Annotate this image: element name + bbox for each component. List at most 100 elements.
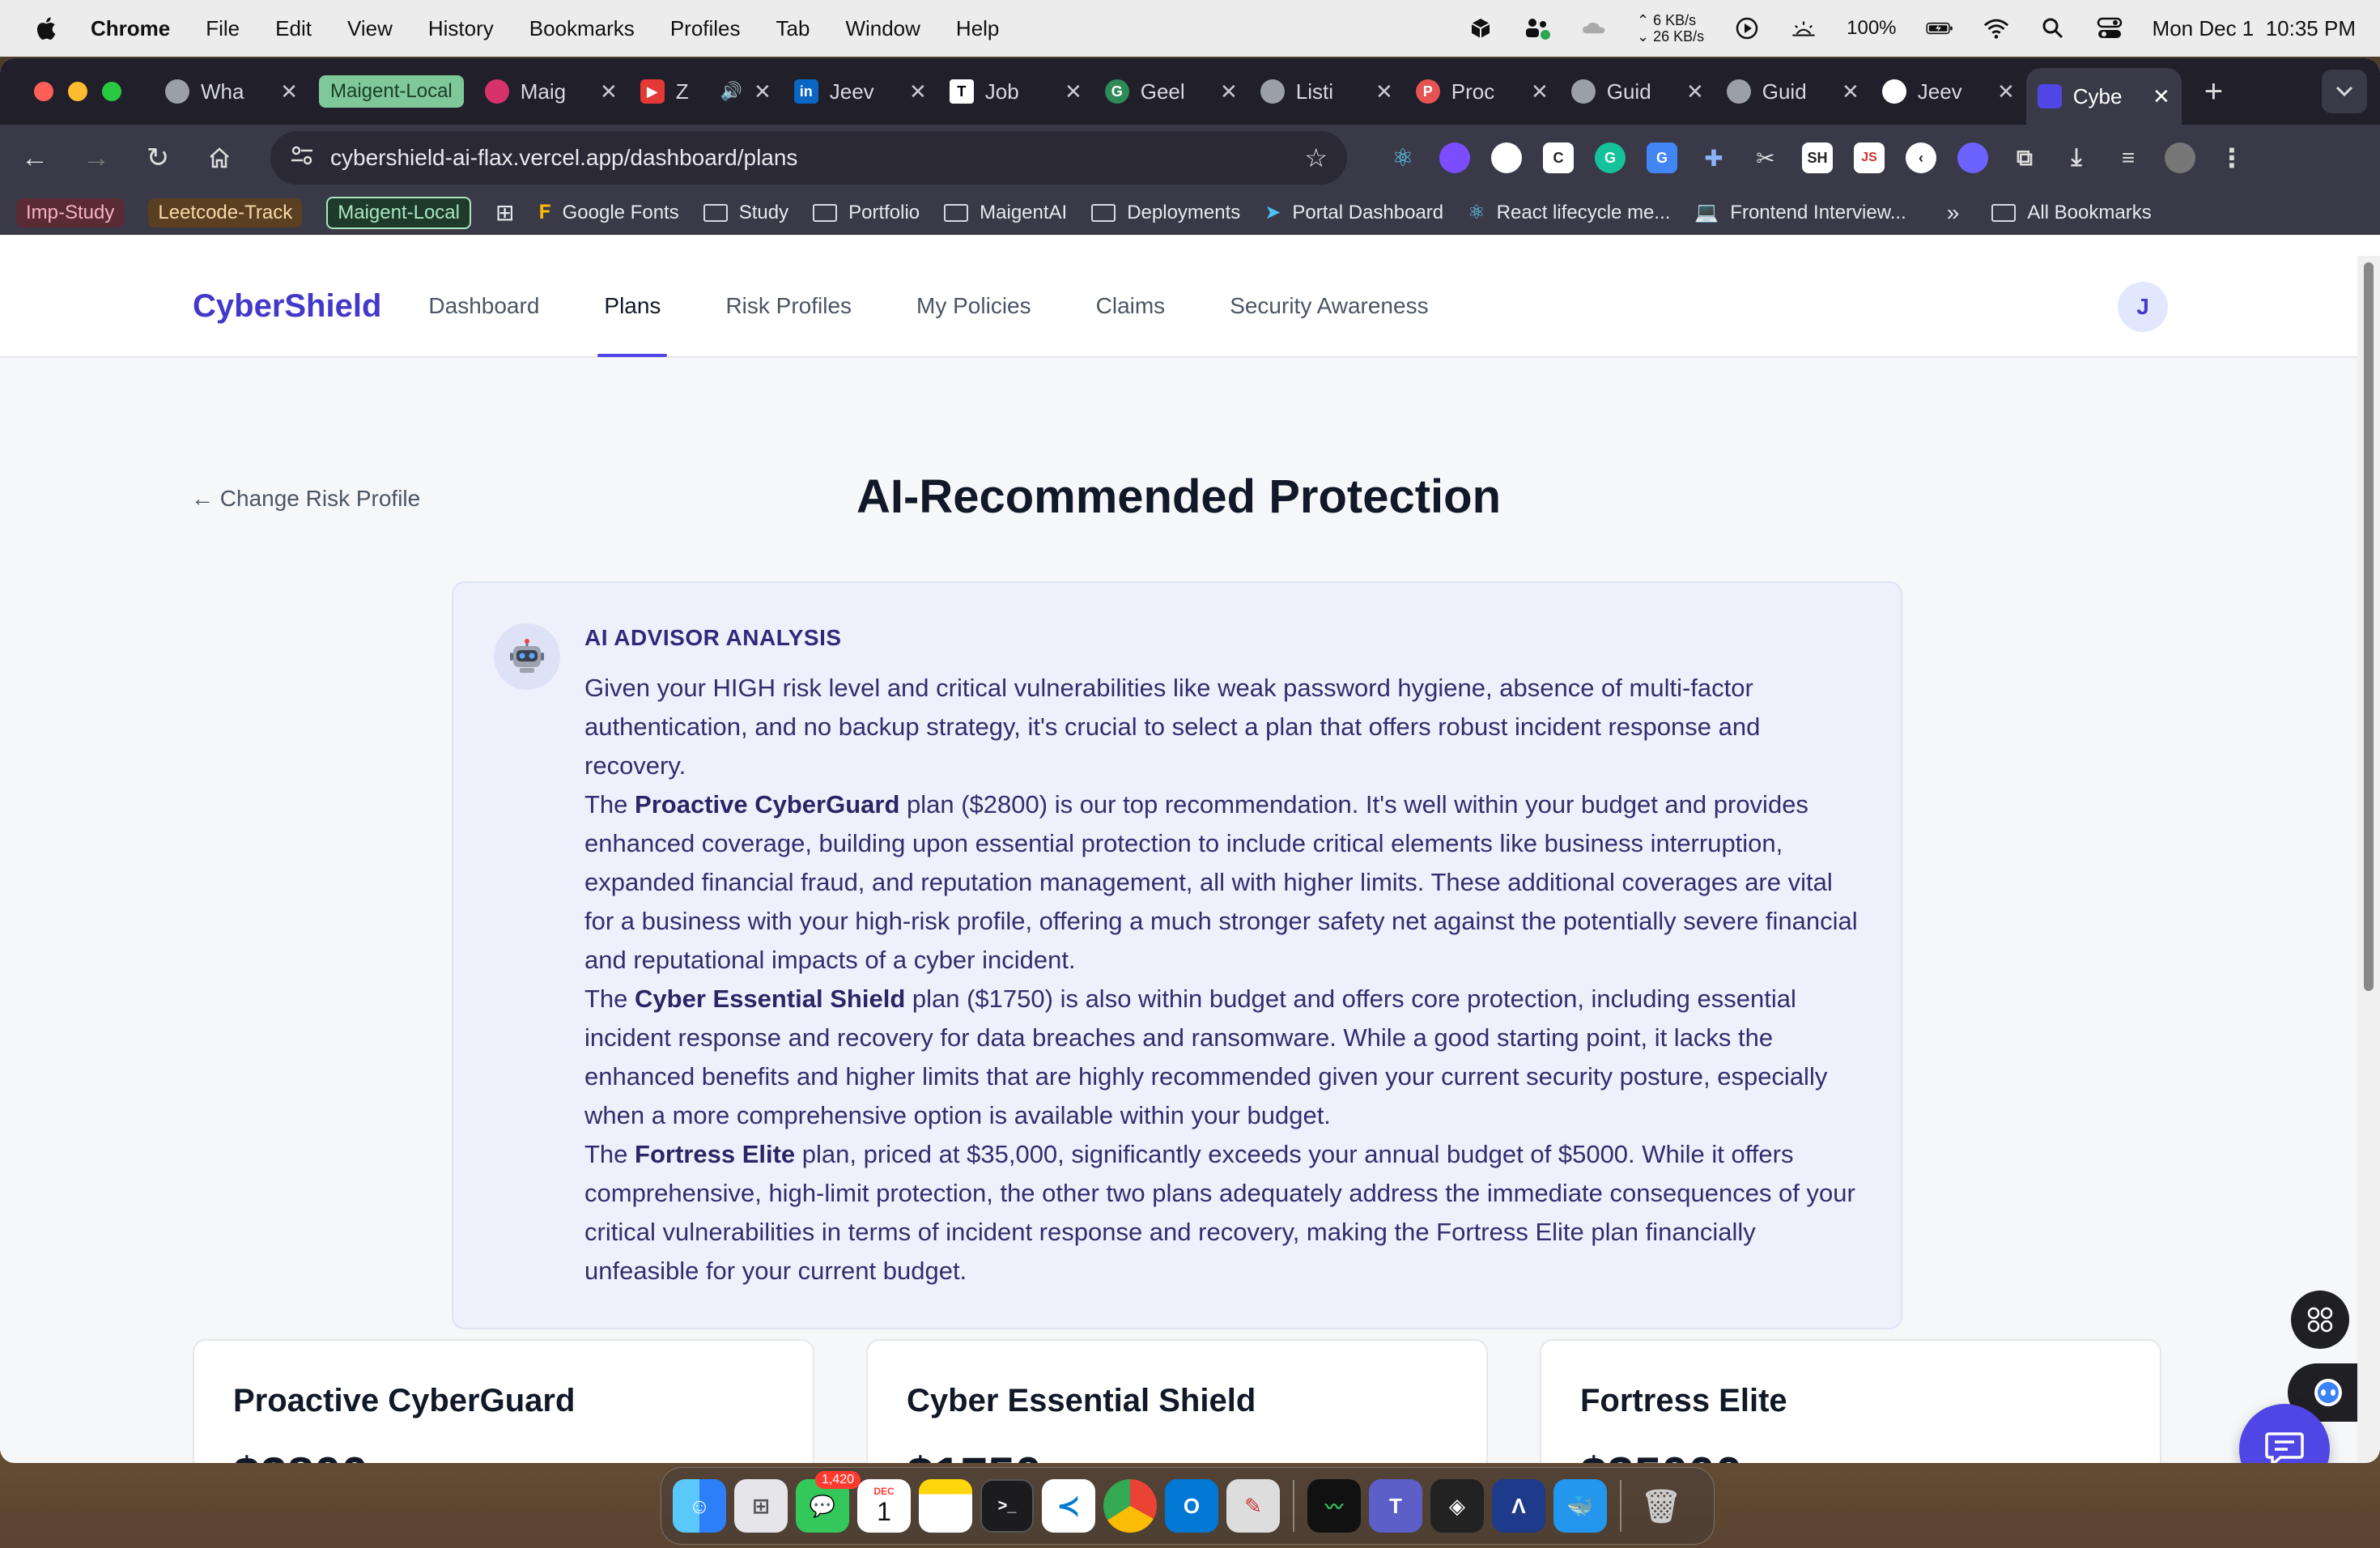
plan-card[interactable]: Cyber Essential Shield $1750 xyxy=(866,1339,1488,1463)
outlook-icon[interactable]: O xyxy=(1165,1479,1218,1533)
close-tab-icon[interactable]: ✕ xyxy=(1531,79,1549,104)
address-bar[interactable]: cybershield-ai-flax.vercel.app/dashboard… xyxy=(270,131,1347,185)
site-info-icon[interactable] xyxy=(290,145,314,172)
forward-arrow-icon[interactable]: → xyxy=(78,139,115,176)
bookmark-maigentai[interactable]: MaigentAI xyxy=(944,202,1067,224)
nav-plans[interactable]: Plans xyxy=(597,256,668,357)
teams-icon[interactable]: T xyxy=(1369,1479,1422,1533)
messages-icon[interactable]: 💬 1,420 xyxy=(796,1471,861,1533)
bookmark-star-icon[interactable]: ☆ xyxy=(1304,142,1328,173)
bookmark-group-maigent[interactable]: Maigent-Local xyxy=(326,196,471,229)
reload-icon[interactable]: ↻ xyxy=(139,139,176,176)
spotlight-search-icon[interactable] xyxy=(2039,16,2067,40)
speaker-icon[interactable]: 🔊 xyxy=(720,81,742,102)
bookmark-portfolio[interactable]: Portfolio xyxy=(813,202,920,224)
menu-help[interactable]: Help xyxy=(956,16,999,41)
nav-claims[interactable]: Claims xyxy=(1096,256,1166,357)
extension-sh-icon[interactable]: SH xyxy=(1802,142,1833,173)
close-tab-icon[interactable]: ✕ xyxy=(1997,79,2015,104)
apps-grid-icon[interactable]: ⊞ xyxy=(495,199,514,226)
zoom-window-button[interactable] xyxy=(102,82,121,101)
tab[interactable]: in Jeev ✕ xyxy=(783,67,938,116)
extension-purple-icon[interactable] xyxy=(1439,142,1470,173)
page-scrollbar[interactable] xyxy=(2357,256,2380,1463)
bookmark-deployments[interactable]: Deployments xyxy=(1091,202,1240,224)
notes-icon[interactable] xyxy=(919,1479,972,1533)
user-avatar[interactable]: J xyxy=(2118,282,2168,332)
bookmark-google-fonts[interactable]: 𝐅 Google Fonts xyxy=(538,202,678,224)
tab[interactable]: Jeev ✕ xyxy=(1871,67,2026,116)
nav-dashboard[interactable]: Dashboard xyxy=(428,256,539,357)
close-tab-icon[interactable]: ✕ xyxy=(1686,79,1704,104)
tab-search-button[interactable] xyxy=(2322,70,2367,113)
close-tab-icon[interactable]: ✕ xyxy=(1065,79,1082,104)
shortcuts-grid-button[interactable] xyxy=(2291,1291,2349,1349)
plan-card[interactable]: Fortress Elite $35000 xyxy=(1540,1339,2161,1463)
close-tab-icon[interactable]: ✕ xyxy=(1842,79,1859,104)
close-tab-icon[interactable]: ✕ xyxy=(2153,84,2170,109)
tab[interactable]: Guid ✕ xyxy=(1560,67,1715,116)
url-text[interactable]: cybershield-ai-flax.vercel.app/dashboard… xyxy=(330,145,1288,171)
extension-red-icon[interactable]: JS xyxy=(1854,142,1885,173)
grammarly-icon[interactable]: G xyxy=(1595,142,1626,173)
translate-icon[interactable]: G xyxy=(1647,142,1677,173)
menu-file[interactable]: File xyxy=(206,16,240,41)
people-status-icon[interactable] xyxy=(1524,16,1551,40)
battery-icon[interactable] xyxy=(1926,16,1953,40)
tab[interactable]: T Job ✕ xyxy=(938,67,1094,116)
menubar-clock[interactable]: Mon Dec 1 10:35 PM xyxy=(2153,16,2356,41)
activity-monitor-icon[interactable]: 〰 xyxy=(1307,1479,1361,1533)
close-tab-icon[interactable]: ✕ xyxy=(600,79,618,104)
media-controls-icon[interactable]: ≡ xyxy=(2113,142,2144,173)
extension-gear-icon[interactable]: ✚ xyxy=(1698,142,1729,173)
more-bookmarks-icon[interactable]: » xyxy=(1947,200,1960,226)
control-center-icon[interactable] xyxy=(2096,16,2123,40)
apple-icon[interactable] xyxy=(34,15,57,41)
all-bookmarks[interactable]: All Bookmarks xyxy=(1991,202,2152,224)
extensions-puzzle-icon[interactable]: ⧉ xyxy=(2009,142,2040,173)
scrollbar-thumb[interactable] xyxy=(2364,262,2374,991)
tab-active[interactable]: Cybe ✕ xyxy=(2025,68,2182,125)
chrome-icon[interactable] xyxy=(1103,1479,1157,1533)
brightness-icon[interactable] xyxy=(1790,16,1817,40)
menu-history[interactable]: History xyxy=(428,16,494,41)
tab[interactable]: Guid ✕ xyxy=(1715,67,1871,116)
box-icon[interactable] xyxy=(1467,16,1494,40)
downloads-icon[interactable]: ⤓ xyxy=(2061,142,2092,173)
tab-group-label[interactable]: Maigent-Local xyxy=(319,75,464,108)
extension-ch-icon[interactable]: C xyxy=(1543,142,1574,173)
bookmark-react-lifecycle[interactable]: ⚛ React lifecycle me... xyxy=(1468,201,1670,224)
nav-security-awareness[interactable]: Security Awareness xyxy=(1230,256,1428,357)
new-tab-button[interactable]: + xyxy=(2204,74,2223,110)
bookmark-frontend-interview[interactable]: 💻 Frontend Interview... xyxy=(1694,201,1906,224)
play-circle-icon[interactable] xyxy=(1733,16,1761,40)
close-tab-icon[interactable]: ✕ xyxy=(754,79,771,104)
calendar-icon[interactable]: DEC 1 xyxy=(857,1479,911,1533)
close-window-button[interactable] xyxy=(34,82,53,101)
extension-tool-icon[interactable]: ✂ xyxy=(1750,142,1781,173)
brand-logo[interactable]: CyberShield xyxy=(193,288,381,325)
finder-icon[interactable]: ☺ xyxy=(673,1479,726,1533)
bookmark-portal-dashboard[interactable]: ➤ Portal Dashboard xyxy=(1264,201,1443,224)
menu-view[interactable]: View xyxy=(347,16,393,41)
tab[interactable]: ▶ Z 🔊 ✕ xyxy=(629,67,783,116)
arc-icon[interactable]: Λ xyxy=(1492,1479,1545,1533)
trash-icon[interactable]: 🗑 xyxy=(1634,1479,1688,1533)
tab[interactable]: Maig ✕ xyxy=(474,67,629,116)
tab[interactable]: P Proc ✕ xyxy=(1405,67,1560,116)
vscode-icon[interactable]: ≺ xyxy=(1042,1479,1095,1533)
kebab-menu-icon[interactable]: ⋮ xyxy=(2216,142,2247,173)
extension-circle-icon[interactable] xyxy=(1491,142,1522,173)
tab[interactable]: G Geel ✕ xyxy=(1094,67,1249,116)
back-arrow-icon[interactable]: ← xyxy=(16,139,53,176)
bookmark-study[interactable]: Study xyxy=(703,202,788,224)
tab[interactable]: Wha ✕ xyxy=(154,67,309,116)
menu-window[interactable]: Window xyxy=(845,16,920,41)
preview-icon[interactable]: ✎ xyxy=(1226,1479,1280,1533)
extension-bot-icon[interactable] xyxy=(1957,142,1988,173)
nav-my-policies[interactable]: My Policies xyxy=(916,256,1031,357)
close-tab-icon[interactable]: ✕ xyxy=(1220,79,1238,104)
bookmark-group-leetcode[interactable]: Leetcode-Track xyxy=(148,198,303,228)
cube-app-icon[interactable]: ◈ xyxy=(1430,1479,1484,1533)
plan-card[interactable]: Proactive CyberGuard $2800 xyxy=(193,1339,814,1463)
